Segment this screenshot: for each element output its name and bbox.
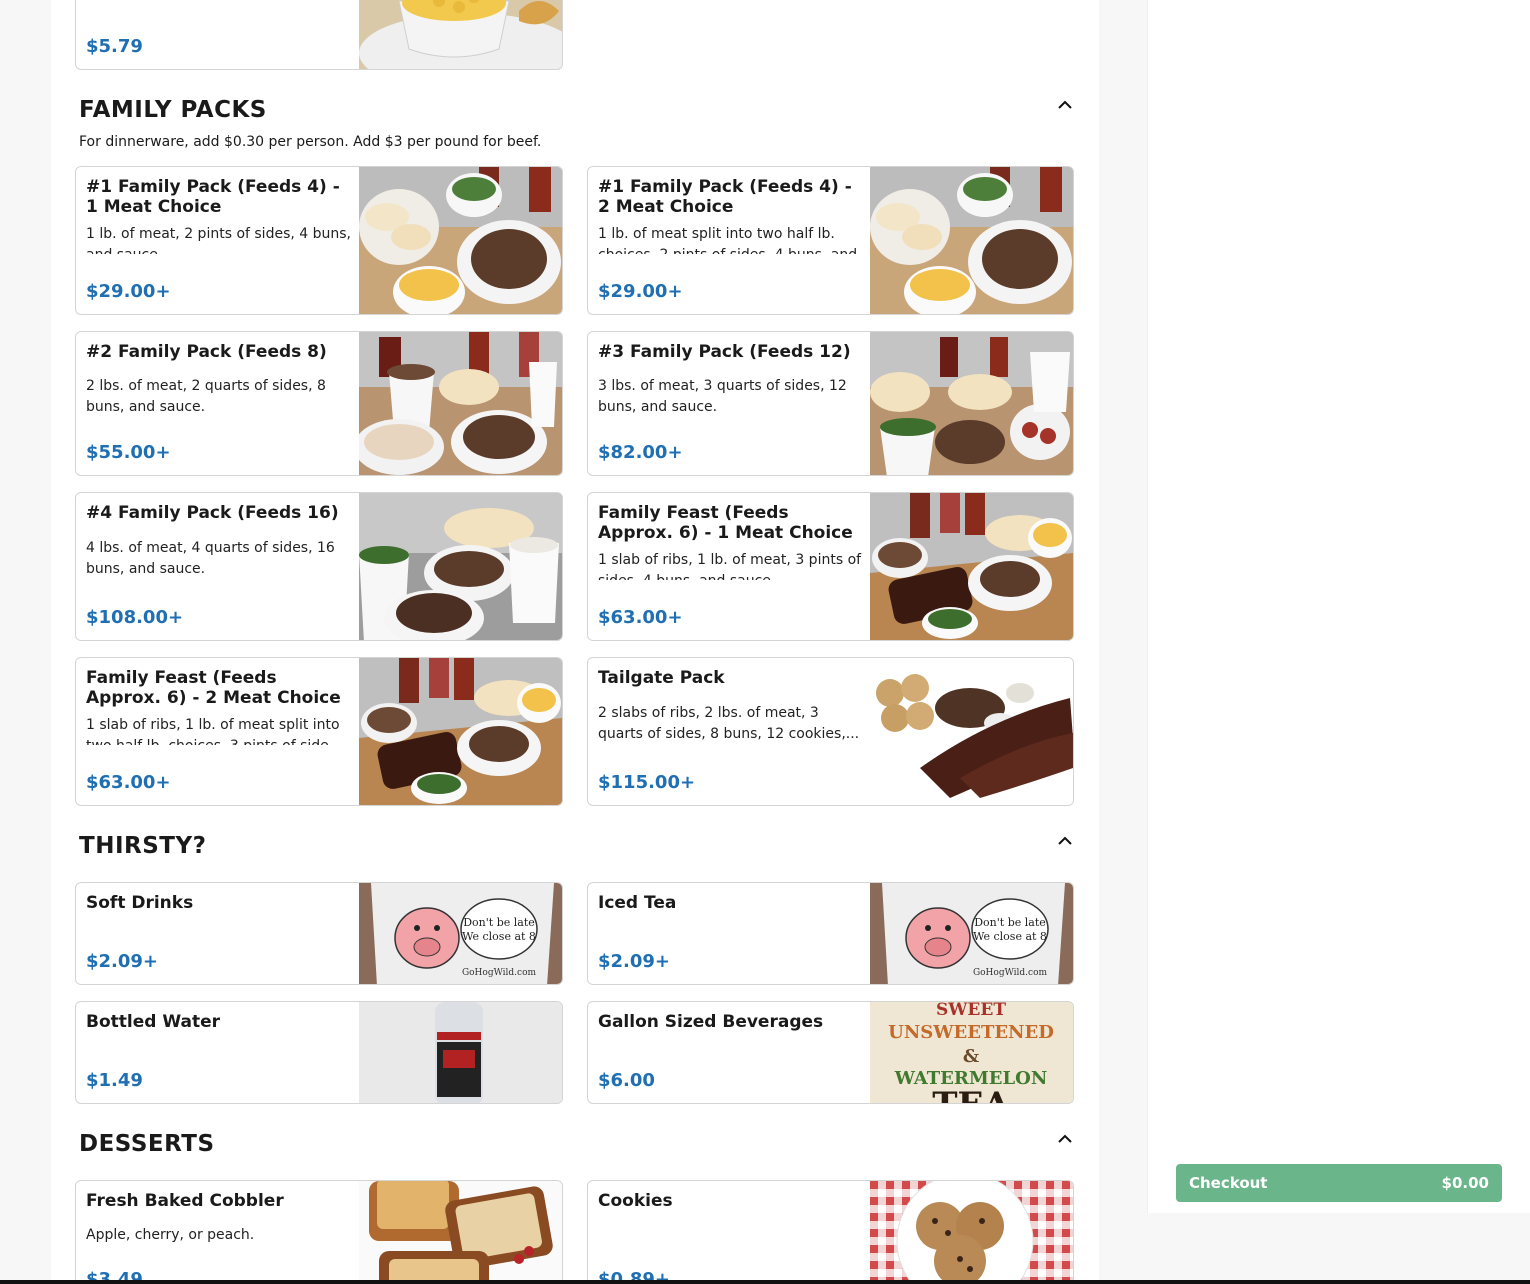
item-price: $82.00+ bbox=[598, 442, 683, 463]
ribs-feast-photo bbox=[870, 493, 1073, 640]
item-name: Fresh Baked Cobbler bbox=[86, 1191, 284, 1211]
menu-item-card[interactable]: #1 Family Pack (Feeds 4) - 2 Meat Choice… bbox=[587, 166, 1074, 315]
pig-cup-photo: Don't be late We close at 8 GoHogWild.co… bbox=[870, 883, 1073, 984]
chevron-up-icon[interactable] bbox=[1057, 834, 1073, 846]
svg-text:SWEET: SWEET bbox=[936, 1002, 1006, 1020]
checkout-label: Checkout bbox=[1189, 1174, 1268, 1192]
item-description: 1 lb. of meat split into two half lb. ch… bbox=[598, 226, 857, 254]
item-name: Family Feast (Feeds Approx. 6) - 1 Meat … bbox=[598, 503, 853, 543]
item-description: 1 slab of ribs, 1 lb. of meat split into… bbox=[86, 717, 340, 745]
menu-item-card[interactable]: Soft Drinks $2.09+ Don't be late We clos… bbox=[75, 882, 563, 985]
menu-item-card[interactable]: Cookies $0.89+ bbox=[587, 1180, 1074, 1284]
item-description: 1 lb. of meat, 2 pints of sides, 4 buns,… bbox=[86, 226, 351, 254]
item-name: Iced Tea bbox=[598, 893, 677, 913]
item-name: #4 Family Pack (Feeds 16) bbox=[86, 503, 339, 523]
item-price: $2.09+ bbox=[86, 951, 159, 972]
checkout-button[interactable]: Checkout $0.00 bbox=[1176, 1164, 1502, 1202]
menu-item-card[interactable]: #2 Family Pack (Feeds 8) 2 lbs. of meat,… bbox=[75, 331, 563, 476]
menu-item-card[interactable]: #4 Family Pack (Feeds 16) 4 lbs. of meat… bbox=[75, 492, 563, 641]
mac-cheese-photo bbox=[359, 0, 562, 69]
family-pack-photo bbox=[870, 332, 1073, 475]
family-pack-photo bbox=[870, 167, 1073, 314]
family-pack-photo bbox=[359, 493, 562, 640]
tailgate-photo bbox=[870, 658, 1073, 805]
item-price: $6.00 bbox=[598, 1070, 655, 1091]
cookies-photo bbox=[870, 1181, 1073, 1284]
menu-item-card[interactable]: $5.79 bbox=[75, 0, 563, 70]
menu-item-card[interactable]: Family Feast (Feeds Approx. 6) - 1 Meat … bbox=[587, 492, 1074, 641]
item-price: $63.00+ bbox=[598, 607, 683, 628]
checkout-total: $0.00 bbox=[1441, 1174, 1489, 1192]
item-name: #1 Family Pack (Feeds 4) - 2 Meat Choice bbox=[598, 177, 852, 217]
svg-text:TEA: TEA bbox=[932, 1085, 1010, 1103]
svg-text:UNSWEETENED: UNSWEETENED bbox=[888, 1022, 1054, 1043]
item-name: Tailgate Pack bbox=[598, 668, 725, 688]
item-name: #1 Family Pack (Feeds 4) - 1 Meat Choice bbox=[86, 177, 340, 217]
window-bottom-edge bbox=[0, 1280, 1530, 1284]
svg-text:Don't be late: Don't be late bbox=[463, 916, 535, 929]
item-price: $1.49 bbox=[86, 1070, 143, 1091]
item-description: 3 lbs. of meat, 3 quarts of sides, 12 bu… bbox=[598, 378, 847, 415]
menu-item-card[interactable]: Fresh Baked Cobbler Apple, cherry, or pe… bbox=[75, 1180, 563, 1284]
chevron-up-icon[interactable] bbox=[1057, 98, 1073, 110]
item-name: #3 Family Pack (Feeds 12) bbox=[598, 342, 851, 362]
svg-text:We close at 8: We close at 8 bbox=[462, 930, 536, 943]
cobbler-photo bbox=[359, 1181, 562, 1284]
cart-sidebar bbox=[1147, 0, 1530, 1213]
svg-text:We close at 8: We close at 8 bbox=[973, 930, 1047, 943]
svg-text:GoHogWild.com: GoHogWild.com bbox=[973, 968, 1048, 978]
item-name: Family Feast (Feeds Approx. 6) - 2 Meat … bbox=[86, 668, 341, 708]
svg-text:&: & bbox=[963, 1046, 979, 1067]
item-price: $5.79 bbox=[86, 36, 143, 57]
menu-item-card[interactable]: Bottled Water $1.49 bbox=[75, 1001, 563, 1104]
item-price: $55.00+ bbox=[86, 442, 171, 463]
menu-item-card[interactable]: #1 Family Pack (Feeds 4) - 1 Meat Choice… bbox=[75, 166, 563, 315]
item-name: Gallon Sized Beverages bbox=[598, 1012, 824, 1032]
pig-cup-photo: Don't be late We close at 8 GoHogWild.co… bbox=[359, 883, 562, 984]
item-price: $2.09+ bbox=[598, 951, 671, 972]
item-description: 1 slab of ribs, 1 lb. of meat, 3 pints o… bbox=[598, 552, 862, 580]
family-pack-photo bbox=[359, 332, 562, 475]
section-note: For dinnerware, add $0.30 per person. Ad… bbox=[79, 134, 542, 150]
item-description: 4 lbs. of meat, 4 quarts of sides, 16 bu… bbox=[86, 540, 335, 577]
item-description: 2 lbs. of meat, 2 quarts of sides, 8 bun… bbox=[86, 378, 326, 415]
section-title-desserts: DESSERTS bbox=[79, 1131, 215, 1157]
item-price: $115.00+ bbox=[598, 772, 696, 793]
item-name: Bottled Water bbox=[86, 1012, 220, 1032]
item-price: $108.00+ bbox=[86, 607, 184, 628]
item-description: Apple, cherry, or peach. bbox=[86, 1227, 255, 1243]
item-description: 2 slabs of ribs, 2 lbs. of meat, 3 quart… bbox=[598, 705, 860, 742]
item-name: Soft Drinks bbox=[86, 893, 194, 913]
item-name: #2 Family Pack (Feeds 8) bbox=[86, 342, 327, 362]
family-pack-photo bbox=[359, 167, 562, 314]
item-price: $63.00+ bbox=[86, 772, 171, 793]
menu-item-card[interactable]: #3 Family Pack (Feeds 12) 3 lbs. of meat… bbox=[587, 331, 1074, 476]
item-price: $29.00+ bbox=[598, 281, 683, 302]
menu-item-card[interactable]: Iced Tea $2.09+ Don't be late We close a… bbox=[587, 882, 1074, 985]
tea-sign-photo: SWEET UNSWEETENED & WATERMELON TEA bbox=[870, 1002, 1073, 1103]
item-price: $29.00+ bbox=[86, 281, 171, 302]
menu-item-card[interactable]: Family Feast (Feeds Approx. 6) - 2 Meat … bbox=[75, 657, 563, 806]
water-bottle-photo bbox=[359, 1002, 562, 1103]
svg-text:GoHogWild.com: GoHogWild.com bbox=[462, 968, 537, 978]
item-name: Cookies bbox=[598, 1191, 673, 1211]
section-title-thirsty: THIRSTY? bbox=[79, 833, 207, 859]
menu-item-card[interactable]: Tailgate Pack 2 slabs of ribs, 2 lbs. of… bbox=[587, 657, 1074, 806]
svg-text:Don't be late: Don't be late bbox=[974, 916, 1046, 929]
menu-item-card[interactable]: Gallon Sized Beverages $6.00 SWEET UNSWE… bbox=[587, 1001, 1074, 1104]
ribs-feast-photo bbox=[359, 658, 562, 805]
chevron-up-icon[interactable] bbox=[1057, 1132, 1073, 1144]
section-title-family-packs: FAMILY PACKS bbox=[79, 97, 267, 123]
